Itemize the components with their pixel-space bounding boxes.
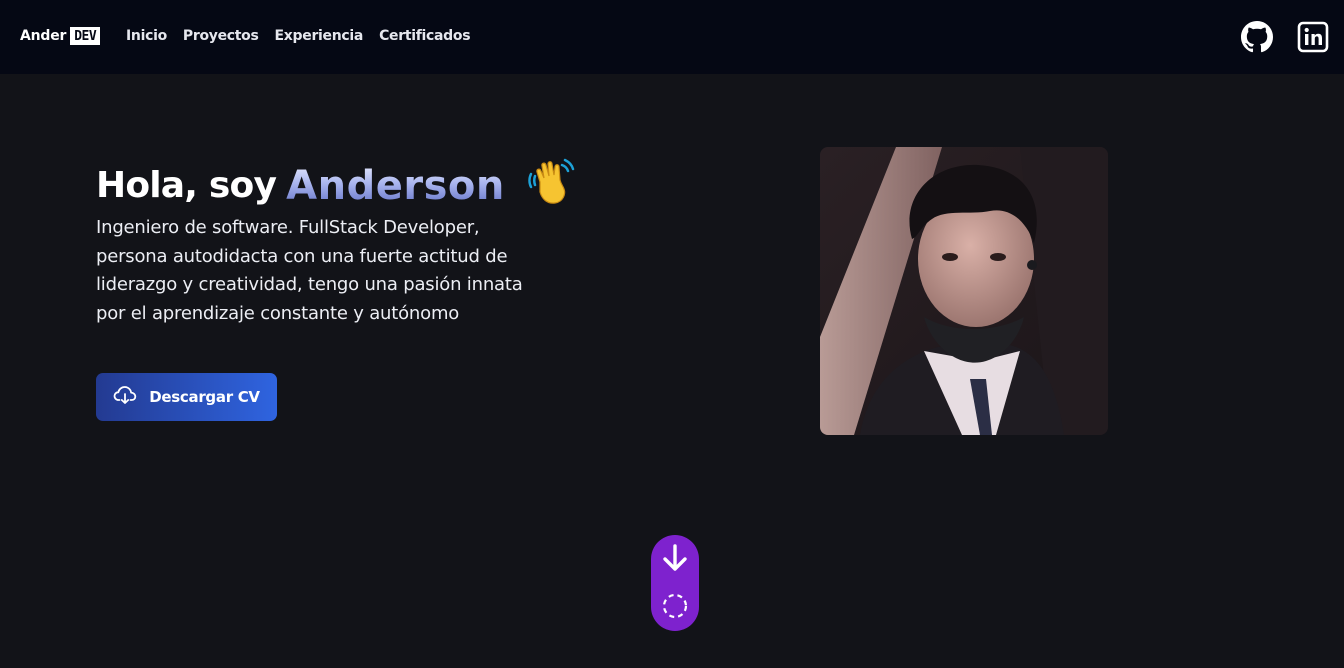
hero-greeting: Hola, soy — [96, 165, 277, 206]
brand-logo[interactable]: Ander DEV — [20, 27, 101, 45]
download-cv-label: Descargar CV — [149, 388, 260, 406]
brand-tag: DEV — [70, 27, 101, 45]
linkedin-icon[interactable] — [1297, 21, 1329, 57]
scroll-indicator[interactable] — [651, 535, 699, 631]
dashed-circle-icon — [661, 592, 689, 624]
nav-link-inicio[interactable]: Inicio — [126, 28, 167, 44]
download-cv-button[interactable]: Descargar CV — [96, 373, 277, 421]
main-nav: Inicio Proyectos Experiencia Certificado… — [126, 28, 471, 44]
hero-name: Anderson — [286, 162, 505, 209]
top-navbar: Ander DEV Inicio Proyectos Experiencia C… — [0, 0, 1344, 74]
nav-link-proyectos[interactable]: Proyectos — [183, 28, 259, 44]
profile-photo — [820, 147, 1108, 435]
hero-title: Hola, soy Anderson — [96, 156, 575, 215]
github-icon[interactable] — [1241, 21, 1273, 57]
brand-name: Ander — [20, 28, 67, 44]
waving-hand-icon — [525, 156, 575, 215]
nav-link-certificados[interactable]: Certificados — [379, 28, 470, 44]
nav-link-experiencia[interactable]: Experiencia — [275, 28, 364, 44]
arrow-down-icon — [661, 543, 689, 577]
hero-description: Ingeniero de software. FullStack Develop… — [96, 217, 523, 324]
cloud-download-icon — [113, 385, 137, 409]
